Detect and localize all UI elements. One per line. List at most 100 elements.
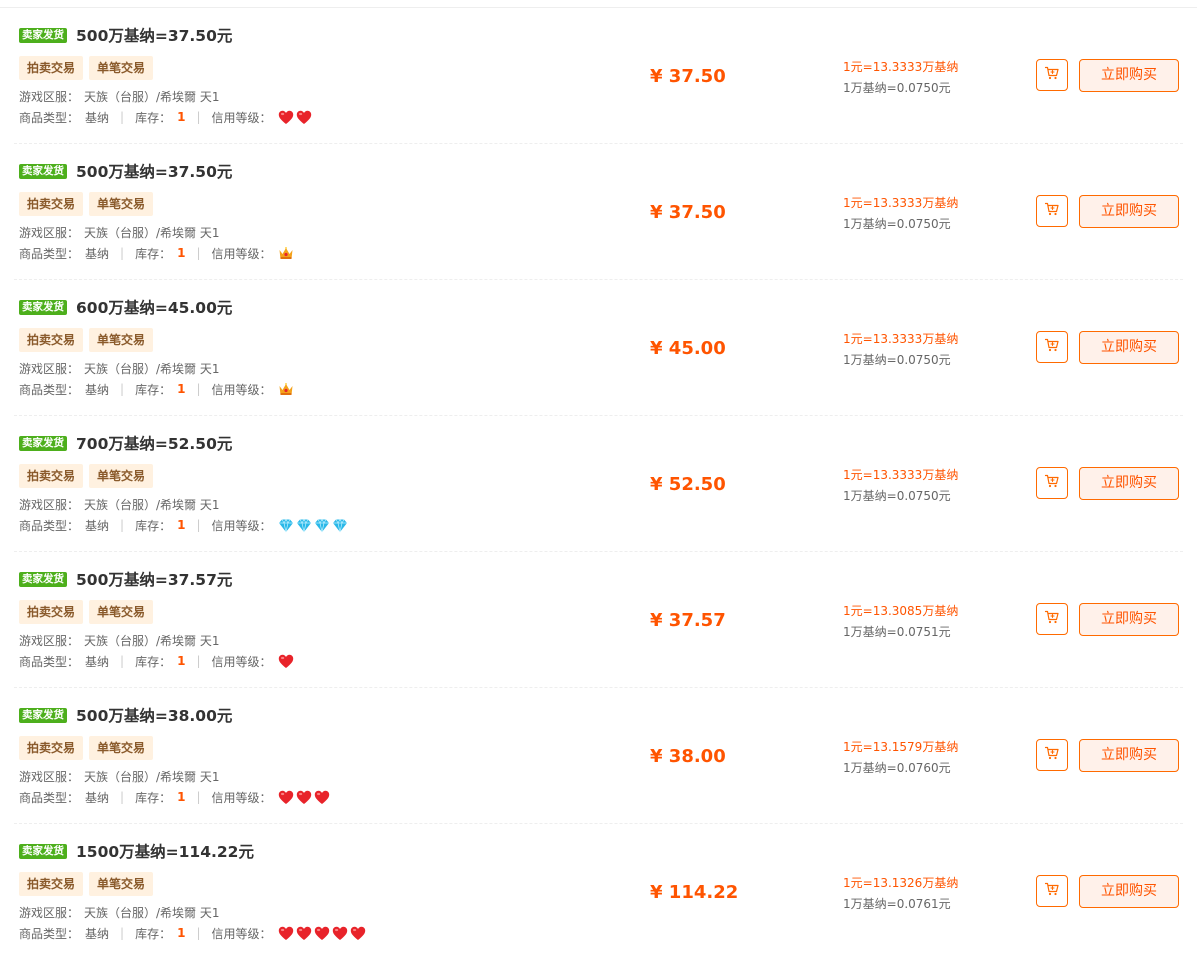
tag-single-trade: 单笔交易 bbox=[89, 600, 154, 624]
separator: | bbox=[120, 926, 125, 940]
meta-info: 商品类型： 基纳 | 库存： 1 | 信用等级： bbox=[19, 517, 350, 533]
server-value: 天族（台服）/希埃爾 天1 bbox=[84, 226, 220, 240]
credit-label: 信用等级： bbox=[211, 654, 272, 669]
price: ¥ 45.00 bbox=[650, 338, 726, 359]
seller-ships-badge: 卖家发货 bbox=[19, 299, 67, 315]
tag-list: 拍卖交易 单笔交易 bbox=[19, 328, 159, 352]
type-value: 基纳 bbox=[85, 790, 110, 805]
listing-title[interactable]: 600万基纳=45.00元 bbox=[76, 296, 232, 318]
cart-icon bbox=[1044, 473, 1060, 493]
add-to-cart-button[interactable] bbox=[1036, 467, 1068, 499]
add-to-cart-button[interactable] bbox=[1036, 195, 1068, 227]
meta-info: 商品类型： 基纳 | 库存： 1 | 信用等级： bbox=[19, 925, 368, 941]
rate-per-unit: 1万基纳=0.0750元 bbox=[843, 489, 951, 503]
server-value: 天族（台服）/希埃爾 天1 bbox=[84, 90, 220, 104]
price: ¥ 37.57 bbox=[650, 610, 726, 631]
server-label: 游戏区服： bbox=[19, 498, 80, 512]
tag-list: 拍卖交易 单笔交易 bbox=[19, 192, 159, 216]
buy-now-button[interactable]: 立即购买 bbox=[1079, 875, 1179, 908]
type-value: 基纳 bbox=[85, 518, 110, 533]
credit-level-icons bbox=[278, 926, 368, 941]
separator: | bbox=[196, 790, 201, 804]
credit-label: 信用等级： bbox=[211, 246, 272, 261]
listing-item: 卖家发货 500万基纳=37.50元 拍卖交易 单笔交易 游戏区服： 天族（台服）… bbox=[14, 8, 1183, 144]
rate-per-yuan: 1元=13.1579万基纳 bbox=[843, 740, 959, 754]
listing-title[interactable]: 700万基纳=52.50元 bbox=[76, 432, 232, 454]
add-to-cart-button[interactable] bbox=[1036, 331, 1068, 363]
title-row: 卖家发货 1500万基纳=114.22元 bbox=[19, 841, 254, 861]
seller-ships-badge: 卖家发货 bbox=[19, 163, 67, 179]
title-row: 卖家发货 700万基纳=52.50元 bbox=[19, 433, 232, 453]
seller-ships-badge: 卖家发货 bbox=[19, 571, 67, 587]
type-label: 商品类型： bbox=[19, 518, 80, 533]
separator: | bbox=[120, 518, 125, 532]
separator: | bbox=[120, 790, 125, 804]
type-label: 商品类型： bbox=[19, 654, 80, 669]
server-label: 游戏区服： bbox=[19, 226, 80, 240]
rate-per-unit: 1万基纳=0.0750元 bbox=[843, 353, 951, 367]
rate-per-yuan: 1元=13.3333万基纳 bbox=[843, 332, 959, 346]
heart-icon bbox=[350, 926, 368, 941]
cart-icon bbox=[1044, 201, 1060, 221]
stock-label: 库存： bbox=[135, 110, 172, 125]
listing-title[interactable]: 500万基纳=37.50元 bbox=[76, 24, 232, 46]
tag-list: 拍卖交易 单笔交易 bbox=[19, 872, 159, 896]
type-label: 商品类型： bbox=[19, 110, 80, 125]
meta-info: 商品类型： 基纳 | 库存： 1 | 信用等级： bbox=[19, 109, 314, 125]
server-label: 游戏区服： bbox=[19, 906, 80, 920]
server-value: 天族（台服）/希埃爾 天1 bbox=[84, 770, 220, 784]
type-value: 基纳 bbox=[85, 246, 110, 261]
listing-title[interactable]: 500万基纳=37.57元 bbox=[76, 568, 232, 590]
server-value: 天族（台服）/希埃爾 天1 bbox=[84, 362, 220, 376]
heart-icon bbox=[296, 926, 314, 941]
credit-level-icons bbox=[278, 382, 296, 397]
price: ¥ 37.50 bbox=[650, 202, 726, 223]
buy-now-button[interactable]: 立即购买 bbox=[1079, 59, 1179, 92]
meta-info: 商品类型： 基纳 | 库存： 1 | 信用等级： bbox=[19, 245, 296, 261]
buy-now-button[interactable]: 立即购买 bbox=[1079, 331, 1179, 364]
listing-item: 卖家发货 500万基纳=38.00元 拍卖交易 单笔交易 游戏区服： 天族（台服）… bbox=[14, 688, 1183, 824]
server-info: 游戏区服： 天族（台服）/希埃爾 天1 bbox=[19, 768, 220, 785]
separator: | bbox=[196, 654, 201, 668]
cart-icon bbox=[1044, 881, 1060, 901]
credit-level-icons bbox=[278, 654, 296, 669]
stock-label: 库存： bbox=[135, 382, 172, 397]
buy-now-button[interactable]: 立即购买 bbox=[1079, 195, 1179, 228]
tag-auction-trade: 拍卖交易 bbox=[19, 464, 84, 488]
add-to-cart-button[interactable] bbox=[1036, 603, 1068, 635]
stock-value: 1 bbox=[177, 518, 186, 532]
buy-now-button[interactable]: 立即购买 bbox=[1079, 467, 1179, 500]
listing-title[interactable]: 500万基纳=38.00元 bbox=[76, 704, 232, 726]
listing-title[interactable]: 1500万基纳=114.22元 bbox=[76, 840, 254, 862]
listing-item: 卖家发货 500万基纳=37.50元 拍卖交易 单笔交易 游戏区服： 天族（台服）… bbox=[14, 144, 1183, 280]
server-info: 游戏区服： 天族（台服）/希埃爾 天1 bbox=[19, 88, 220, 105]
seller-ships-badge: 卖家发货 bbox=[19, 435, 67, 451]
tag-single-trade: 单笔交易 bbox=[89, 464, 154, 488]
listing-item: 卖家发货 700万基纳=52.50元 拍卖交易 单笔交易 游戏区服： 天族（台服）… bbox=[14, 416, 1183, 552]
rate-per-yuan: 1元=13.3333万基纳 bbox=[843, 60, 959, 74]
listing-title[interactable]: 500万基纳=37.50元 bbox=[76, 160, 232, 182]
crown-icon bbox=[278, 382, 296, 397]
stock-value: 1 bbox=[177, 110, 186, 124]
tag-auction-trade: 拍卖交易 bbox=[19, 736, 84, 760]
type-label: 商品类型： bbox=[19, 926, 80, 941]
price: ¥ 37.50 bbox=[650, 66, 726, 87]
tag-list: 拍卖交易 单笔交易 bbox=[19, 56, 159, 80]
server-label: 游戏区服： bbox=[19, 362, 80, 376]
add-to-cart-button[interactable] bbox=[1036, 875, 1068, 907]
stock-value: 1 bbox=[177, 654, 186, 668]
add-to-cart-button[interactable] bbox=[1036, 739, 1068, 771]
rate-per-yuan: 1元=13.3333万基纳 bbox=[843, 468, 959, 482]
title-row: 卖家发货 500万基纳=37.50元 bbox=[19, 161, 232, 181]
separator: | bbox=[196, 382, 201, 396]
meta-info: 商品类型： 基纳 | 库存： 1 | 信用等级： bbox=[19, 653, 296, 669]
server-value: 天族（台服）/希埃爾 天1 bbox=[84, 634, 220, 648]
server-info: 游戏区服： 天族（台服）/希埃爾 天1 bbox=[19, 632, 220, 649]
cart-icon bbox=[1044, 65, 1060, 85]
buy-now-button[interactable]: 立即购买 bbox=[1079, 603, 1179, 636]
add-to-cart-button[interactable] bbox=[1036, 59, 1068, 91]
price: ¥ 114.22 bbox=[650, 882, 739, 903]
server-info: 游戏区服： 天族（台服）/希埃爾 天1 bbox=[19, 904, 220, 921]
buy-now-button[interactable]: 立即购买 bbox=[1079, 739, 1179, 772]
diamond-icon bbox=[314, 518, 332, 533]
